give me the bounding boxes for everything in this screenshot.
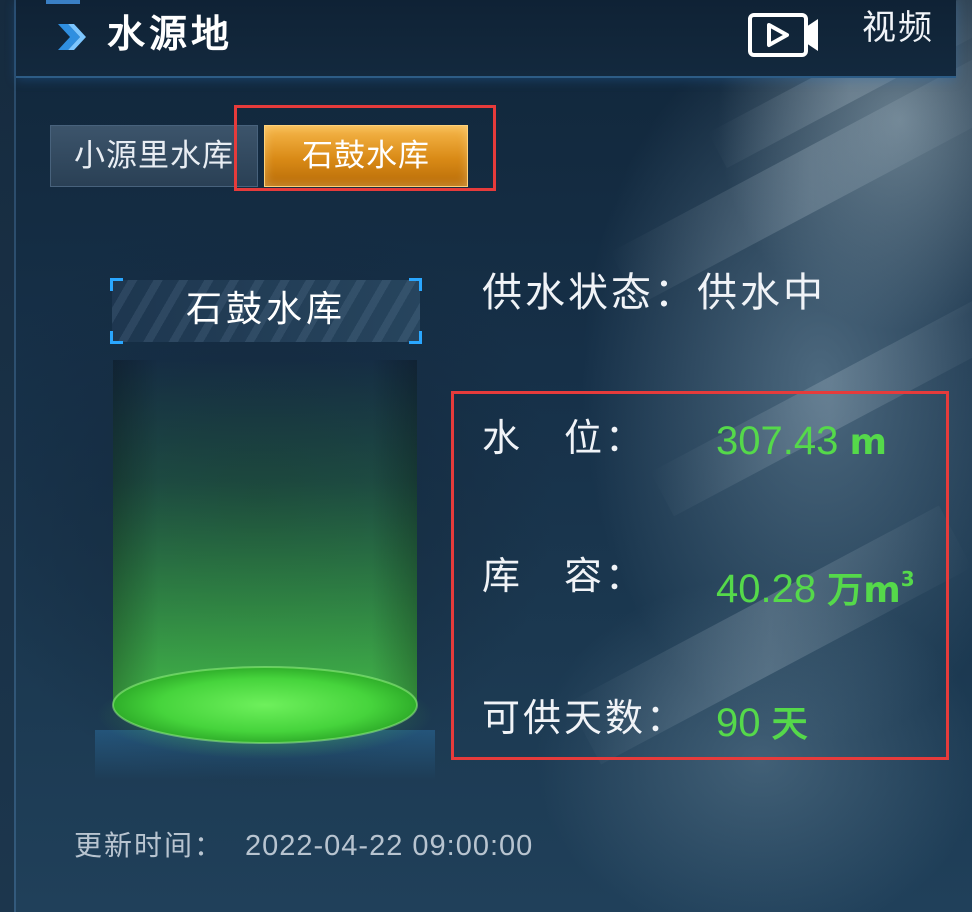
- left-edge-line: [14, 0, 16, 912]
- highlight-box-info: [451, 391, 949, 760]
- header-accent-bar: [46, 0, 80, 4]
- left-edge-strip: [0, 0, 14, 912]
- tab-xiaoyuanli-reservoir[interactable]: 小源里水库: [50, 125, 258, 187]
- reservoir-name-plate: 石鼓水库: [110, 278, 422, 344]
- reservoir-name: 石鼓水库: [185, 289, 346, 330]
- chevron-right-icon: [58, 24, 86, 50]
- update-time-label: 更新时间：: [74, 829, 225, 862]
- highlight-box-tab: [234, 105, 496, 191]
- video-play-icon[interactable]: [747, 5, 821, 61]
- video-button-label[interactable]: 视频: [862, 8, 934, 48]
- panel-title: 水源地: [107, 12, 234, 56]
- supply-status-value: 供水中: [697, 270, 826, 316]
- supply-status-label: 供水状态：: [482, 270, 697, 316]
- water-level-cylinder-gauge: [95, 360, 435, 780]
- supply-status: 供水状态：供水中: [482, 268, 826, 318]
- update-time-value: 2022-04-22 09:00:00: [245, 830, 534, 862]
- panel-header: 水源地 视频: [16, 0, 956, 78]
